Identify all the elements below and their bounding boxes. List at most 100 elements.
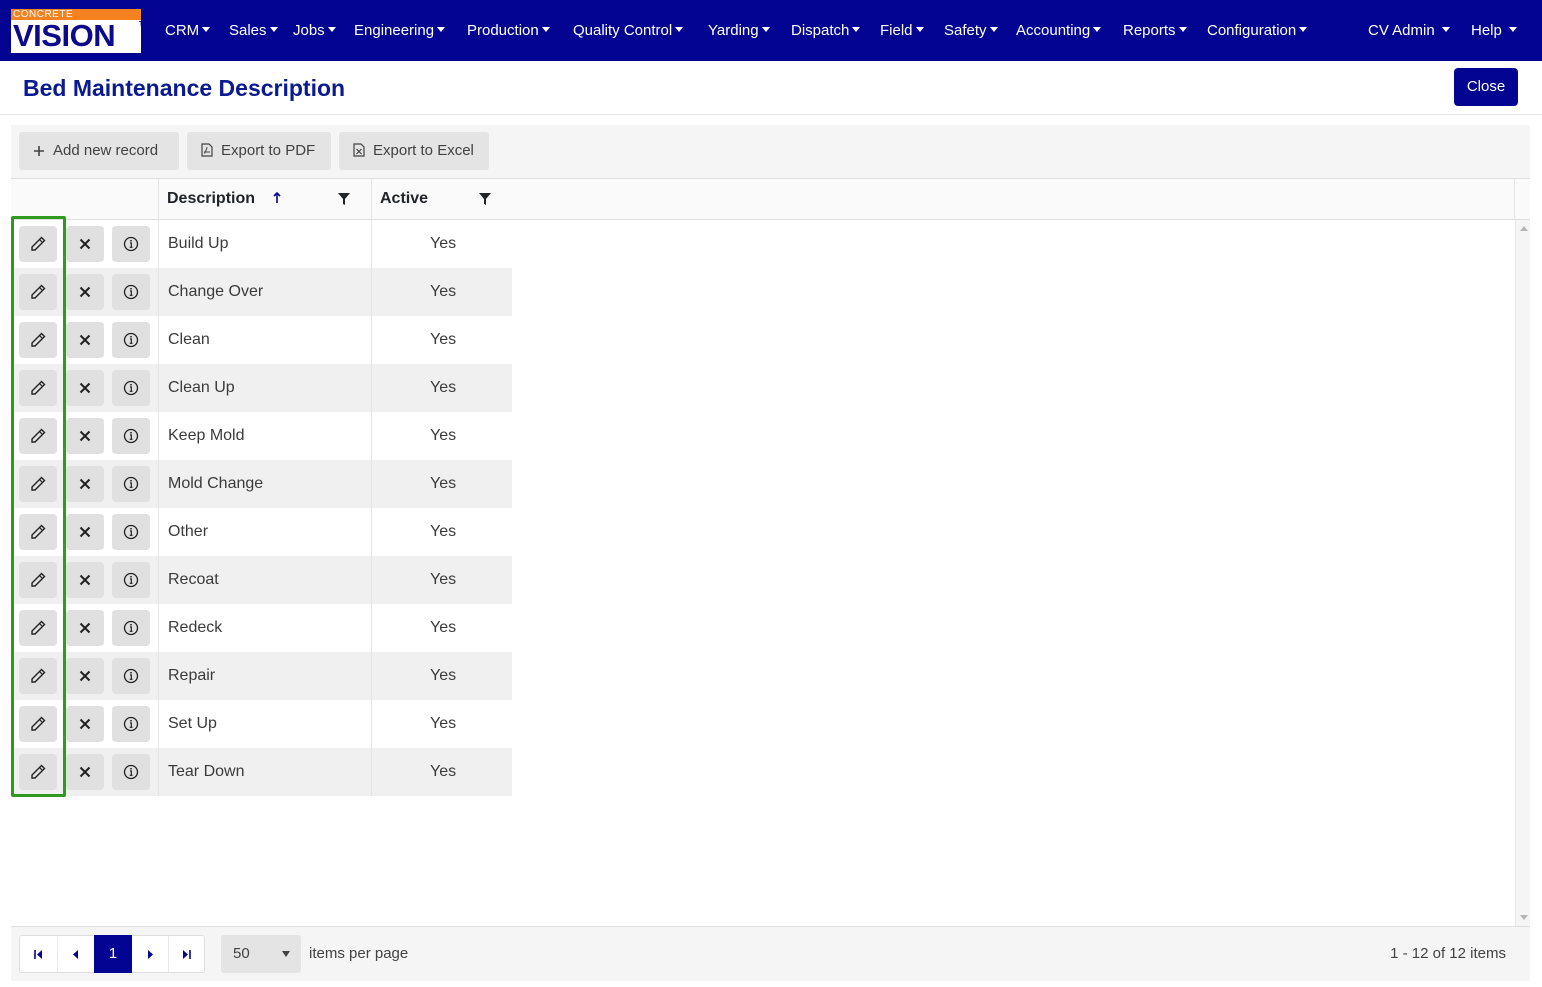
active-cell[interactable]: Yes: [371, 556, 512, 604]
table-row[interactable]: Keep Mold Yes: [11, 412, 512, 460]
scroll-down-icon[interactable]: [1520, 915, 1528, 920]
active-cell[interactable]: Yes: [371, 604, 512, 652]
edit-button[interactable]: [19, 754, 57, 790]
info-button[interactable]: [112, 418, 150, 454]
delete-button[interactable]: [66, 466, 104, 502]
table-row[interactable]: Clean Yes: [11, 316, 512, 364]
column-header-description[interactable]: Description: [167, 179, 255, 220]
current-page-button[interactable]: 1: [94, 935, 132, 973]
active-cell[interactable]: Yes: [371, 460, 512, 508]
delete-button[interactable]: [66, 610, 104, 646]
sort-up-icon[interactable]: [273, 191, 281, 209]
active-cell[interactable]: Yes: [371, 508, 512, 556]
filter-icon[interactable]: [478, 192, 492, 206]
active-cell[interactable]: Yes: [371, 652, 512, 700]
info-button[interactable]: [112, 322, 150, 358]
description-cell[interactable]: Recoat: [158, 556, 371, 604]
delete-button[interactable]: [66, 322, 104, 358]
edit-button[interactable]: [19, 610, 57, 646]
nav-engineering[interactable]: Engineering: [354, 20, 446, 42]
nav-yarding[interactable]: Yarding: [708, 20, 770, 42]
info-button[interactable]: [112, 514, 150, 550]
info-button[interactable]: [112, 370, 150, 406]
nav-accounting[interactable]: Accounting: [1016, 20, 1102, 42]
info-button[interactable]: [112, 226, 150, 262]
edit-button[interactable]: [19, 514, 57, 550]
nav-help[interactable]: Help: [1471, 20, 1517, 42]
edit-button[interactable]: [19, 658, 57, 694]
info-button[interactable]: [112, 466, 150, 502]
column-header-active[interactable]: Active: [380, 179, 428, 220]
next-page-button[interactable]: [132, 936, 169, 972]
table-row[interactable]: Other Yes: [11, 508, 512, 556]
close-button[interactable]: Close: [1454, 68, 1518, 106]
nav-jobs[interactable]: Jobs: [293, 20, 336, 42]
table-row[interactable]: Build Up Yes: [11, 220, 512, 268]
edit-button[interactable]: [19, 418, 57, 454]
info-button[interactable]: [112, 706, 150, 742]
description-cell[interactable]: Clean: [158, 316, 371, 364]
active-cell[interactable]: Yes: [371, 316, 512, 364]
table-row[interactable]: Mold Change Yes: [11, 460, 512, 508]
active-cell[interactable]: Yes: [371, 268, 512, 316]
table-row[interactable]: Tear Down Yes: [11, 748, 512, 796]
table-row[interactable]: Recoat Yes: [11, 556, 512, 604]
table-row[interactable]: Redeck Yes: [11, 604, 512, 652]
info-button[interactable]: [112, 562, 150, 598]
description-cell[interactable]: Keep Mold: [158, 412, 371, 460]
nav-dispatch[interactable]: Dispatch: [791, 20, 861, 42]
delete-button[interactable]: [66, 754, 104, 790]
edit-button[interactable]: [19, 706, 57, 742]
last-page-button[interactable]: [168, 936, 205, 972]
edit-button[interactable]: [19, 370, 57, 406]
description-cell[interactable]: Mold Change: [158, 460, 371, 508]
edit-button[interactable]: [19, 466, 57, 502]
active-cell[interactable]: Yes: [371, 364, 512, 412]
info-button[interactable]: [112, 274, 150, 310]
delete-button[interactable]: [66, 226, 104, 262]
first-page-button[interactable]: [20, 936, 57, 972]
delete-button[interactable]: [66, 562, 104, 598]
description-cell[interactable]: Repair: [158, 652, 371, 700]
delete-button[interactable]: [66, 274, 104, 310]
previous-page-button[interactable]: [57, 936, 94, 972]
description-cell[interactable]: Build Up: [158, 220, 371, 268]
nav-configuration[interactable]: Configuration: [1207, 20, 1308, 42]
export-pdf-button[interactable]: Export to PDF: [187, 132, 331, 170]
concrete-vision-logo[interactable]: CONCRETE VISION TM: [11, 9, 141, 53]
description-cell[interactable]: Redeck: [158, 604, 371, 652]
nav-crm[interactable]: CRM: [165, 20, 211, 42]
description-cell[interactable]: Clean Up: [158, 364, 371, 412]
description-cell[interactable]: Other: [158, 508, 371, 556]
active-cell[interactable]: Yes: [371, 748, 512, 796]
info-button[interactable]: [112, 754, 150, 790]
edit-button[interactable]: [19, 274, 57, 310]
table-row[interactable]: Repair Yes: [11, 652, 512, 700]
nav-quality-control[interactable]: Quality Control: [573, 20, 684, 42]
delete-button[interactable]: [66, 418, 104, 454]
active-cell[interactable]: Yes: [371, 412, 512, 460]
table-row[interactable]: Set Up Yes: [11, 700, 512, 748]
nav-sales[interactable]: Sales: [229, 20, 278, 42]
edit-button[interactable]: [19, 226, 57, 262]
export-excel-button[interactable]: Export to Excel: [339, 132, 489, 170]
nav-reports[interactable]: Reports: [1123, 20, 1187, 42]
filter-icon[interactable]: [337, 192, 351, 206]
edit-button[interactable]: [19, 562, 57, 598]
delete-button[interactable]: [66, 370, 104, 406]
description-cell[interactable]: Set Up: [158, 700, 371, 748]
active-cell[interactable]: Yes: [371, 220, 512, 268]
table-row[interactable]: Clean Up Yes: [11, 364, 512, 412]
scroll-up-icon[interactable]: [1520, 226, 1528, 231]
delete-button[interactable]: [66, 658, 104, 694]
active-cell[interactable]: Yes: [371, 700, 512, 748]
description-cell[interactable]: Change Over: [158, 268, 371, 316]
nav-production[interactable]: Production: [467, 20, 550, 42]
page-size-select[interactable]: 50: [221, 935, 301, 973]
info-button[interactable]: [112, 658, 150, 694]
delete-button[interactable]: [66, 514, 104, 550]
vertical-scrollbar[interactable]: [1515, 220, 1530, 926]
nav-user-menu[interactable]: CV Admin: [1368, 20, 1450, 42]
nav-field[interactable]: Field: [880, 20, 924, 42]
info-button[interactable]: [112, 610, 150, 646]
